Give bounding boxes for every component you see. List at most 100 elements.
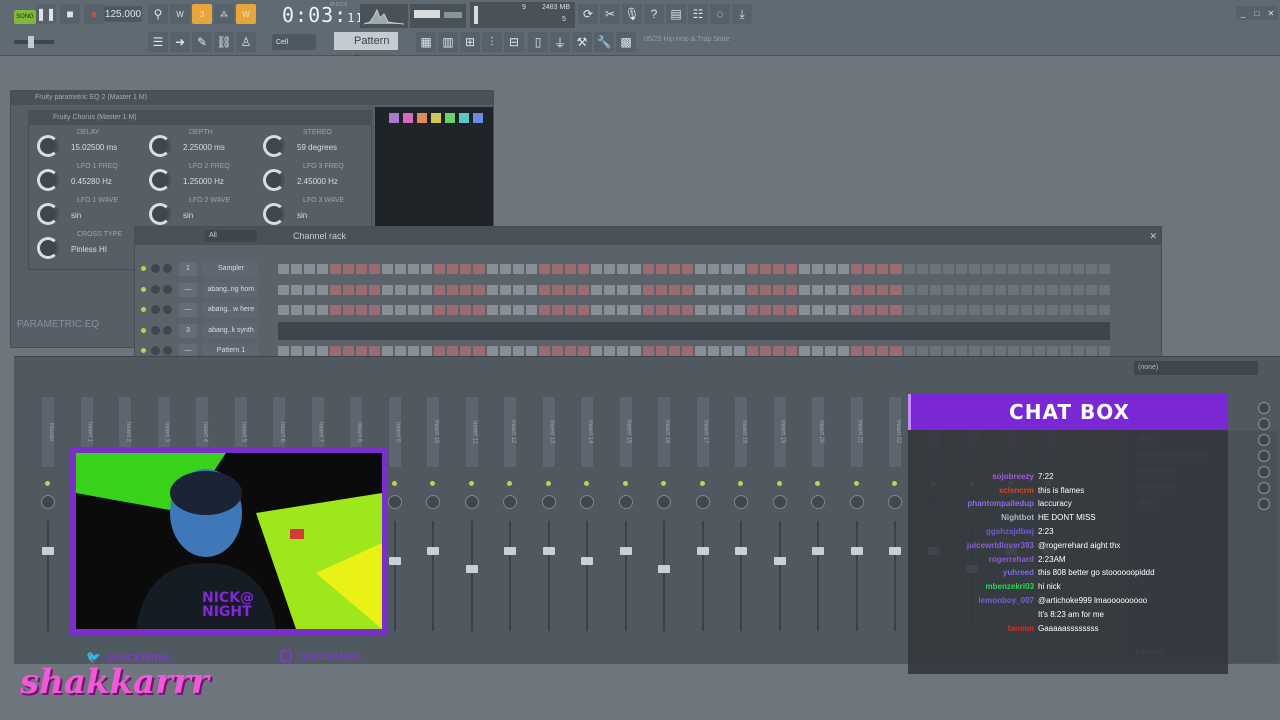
link-icon[interactable]: ⛓ <box>214 32 234 52</box>
step-sequencer[interactable] <box>278 346 1110 356</box>
metronome-icon[interactable]: ⚲ <box>148 4 168 24</box>
mixer-pan-knob[interactable] <box>41 495 55 509</box>
slot-mix-knob[interactable] <box>1258 482 1270 494</box>
chat-username[interactable]: ggshzsjdbwj <box>908 527 1038 536</box>
chorus-knob[interactable] <box>37 135 59 157</box>
browser-icon[interactable]: ⊟ <box>504 32 524 52</box>
mixer-pan-knob[interactable] <box>695 495 710 509</box>
mixer-track[interactable]: Insert 16 <box>654 397 674 657</box>
mixer-track-led[interactable] <box>430 481 435 486</box>
mixer-icon[interactable]: ⊞ <box>460 32 480 52</box>
channel-row[interactable]: — abang..ng horn <box>135 280 1157 300</box>
mixer-track[interactable]: Insert 10 <box>423 397 443 657</box>
mixer-track[interactable]: Insert 22 <box>885 397 905 657</box>
mixer-track-led[interactable] <box>622 481 628 486</box>
mixer-fader[interactable] <box>504 547 516 555</box>
mixer-track[interactable]: Master <box>38 397 58 657</box>
mixer-track[interactable]: Insert 15 <box>616 397 636 657</box>
channel-rack-titlebar[interactable]: Channel rack All ✕ <box>135 227 1161 245</box>
mixer-track[interactable]: Insert 17 <box>693 397 713 657</box>
mixer-track-led[interactable] <box>584 481 589 486</box>
mixer-track[interactable]: Insert 20 <box>808 397 828 657</box>
piano-roll-icon[interactable]: ▦ <box>416 32 436 52</box>
slot-mix-knob[interactable] <box>1258 450 1270 462</box>
mixer-pan-knob[interactable] <box>387 495 402 509</box>
channel-row[interactable]: 3 abang..k synth <box>135 321 1157 341</box>
channel-mute-led[interactable] <box>141 327 146 333</box>
mixer-fader[interactable] <box>42 547 54 555</box>
mixer-track[interactable]: Insert 18 <box>731 397 751 657</box>
chat-username[interactable]: fanmm <box>908 624 1038 633</box>
mixer-track[interactable]: Insert 19 <box>770 397 790 657</box>
step-sequencer[interactable] <box>278 321 1110 340</box>
file-icon[interactable]: ▯ <box>528 32 548 52</box>
chat-username[interactable]: mbenzekri03 <box>908 582 1038 591</box>
help-icon[interactable]: ? <box>644 4 664 24</box>
channel-mute-led[interactable] <box>141 348 146 353</box>
channel-pan-knob[interactable] <box>151 264 160 273</box>
mixer-fader[interactable] <box>658 565 670 573</box>
chat-icon[interactable]: ◌ <box>710 4 730 24</box>
step-sequencer[interactable] <box>278 284 1110 295</box>
slot-mix-knob[interactable] <box>1258 498 1270 510</box>
mixer-pan-knob[interactable] <box>464 495 479 509</box>
record-icon[interactable]: ● <box>84 4 104 24</box>
chat-username[interactable] <box>908 610 1038 619</box>
mixer-fader[interactable] <box>542 547 555 555</box>
mixer-track[interactable]: Insert 13 <box>539 397 559 657</box>
wrench-icon[interactable]: 🔧 <box>594 32 614 52</box>
rack-close-icon[interactable]: ✕ <box>1149 227 1157 245</box>
arrow-icon[interactable]: ➜ <box>170 32 190 52</box>
chorus-knob[interactable] <box>263 203 285 225</box>
blend-notes-icon[interactable]: ⁂ <box>214 4 234 24</box>
mixer-fader[interactable] <box>581 557 593 565</box>
channel-mixer-track[interactable]: — <box>179 282 197 297</box>
mixer-pan-knob[interactable] <box>811 495 825 509</box>
plug-icon[interactable]: ⏚ <box>550 32 570 52</box>
playlist-icon[interactable]: ☰ <box>148 32 168 52</box>
mixer-pan-knob[interactable] <box>426 495 440 509</box>
chorus-knob[interactable] <box>37 169 59 191</box>
minimize-icon[interactable]: _ <box>1236 6 1250 20</box>
mixer-track-led[interactable] <box>815 481 820 486</box>
mixer-track-led[interactable] <box>468 481 474 486</box>
chat-username[interactable]: phantompalledup <box>908 499 1038 508</box>
chat-username[interactable]: Nightbot <box>908 513 1038 522</box>
channel-vol-knob[interactable] <box>163 346 172 355</box>
channel-mute-led[interactable] <box>141 266 146 271</box>
mixer-fader[interactable] <box>773 557 786 565</box>
download-icon[interactable]: ⤓ <box>732 4 752 24</box>
slot-mix-knob[interactable] <box>1258 434 1270 446</box>
mixer-fader[interactable] <box>465 565 478 573</box>
step-sequencer[interactable] <box>278 264 1110 274</box>
channel-vol-knob[interactable] <box>163 284 172 294</box>
channel-pan-knob[interactable] <box>151 305 160 314</box>
channel-filter[interactable]: All <box>205 230 257 242</box>
channel-rack-icon[interactable]: ▥ <box>438 32 458 52</box>
pattern-selector[interactable]: Pattern 2 <box>334 32 398 65</box>
tools-icon[interactable]: ⚒ <box>572 32 592 52</box>
mixer-fader[interactable] <box>850 547 863 555</box>
mic-icon[interactable]: 🎙 <box>622 4 642 24</box>
channel-name-button[interactable]: abang..ng horn <box>203 281 259 298</box>
mixer-pan-knob[interactable] <box>888 495 902 509</box>
mixer-fader[interactable] <box>696 547 709 555</box>
mixer-track[interactable]: Insert 21 <box>847 397 867 657</box>
chorus-window-title[interactable]: Fruity Chorus (Master 1 M) <box>29 111 371 125</box>
mixer-track-led[interactable] <box>391 481 397 486</box>
mixer-track-led[interactable] <box>45 481 50 486</box>
mixer-track-led[interactable] <box>507 481 512 486</box>
chorus-knob[interactable] <box>149 203 171 225</box>
channel-row[interactable]: — abang.. w here <box>135 300 1157 320</box>
chorus-knob[interactable] <box>149 135 171 157</box>
chat-username[interactable]: lemonboy_007 <box>908 596 1038 605</box>
master-volume-slider[interactable] <box>14 36 54 48</box>
step-sequencer[interactable] <box>278 305 1110 315</box>
stamp-icon[interactable]: ♙ <box>236 32 256 52</box>
mixer-pan-knob[interactable] <box>503 495 517 509</box>
chorus-knob[interactable] <box>37 237 59 259</box>
mixer-track-led[interactable] <box>776 481 782 486</box>
slot-mix-knob[interactable] <box>1258 418 1270 430</box>
channel-mixer-track[interactable]: 3 <box>179 323 197 338</box>
channel-mixer-track[interactable]: 1 <box>179 262 197 276</box>
